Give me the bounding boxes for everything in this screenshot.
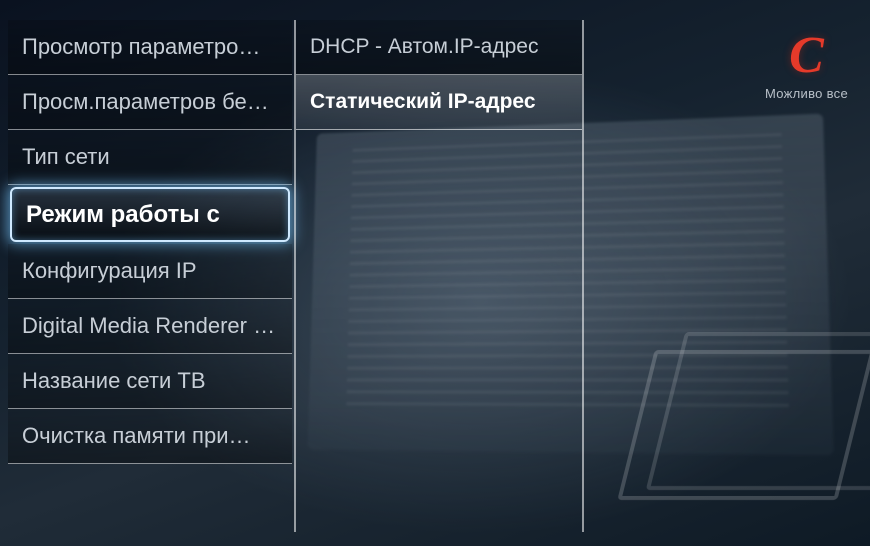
option-static-ip[interactable]: Статический IP-адрес <box>296 75 582 130</box>
menu-item-network-type[interactable]: Тип сети <box>8 130 292 185</box>
watermark-cube <box>617 350 870 500</box>
settings-menu: Просмотр параметро… Просм.параметров бе…… <box>8 20 584 532</box>
right-column-spacer <box>296 130 582 532</box>
menu-item-tv-network-name[interactable]: Название сети ТВ <box>8 354 292 409</box>
option-dhcp-auto[interactable]: DHCP - Автом.IP-адрес <box>296 20 582 75</box>
menu-item-clear-memory[interactable]: Очистка памяти при… <box>8 409 292 464</box>
channel-tagline: Можливо все <box>765 86 848 101</box>
menu-right-column: DHCP - Автом.IP-адрес Статический IP-адр… <box>294 20 584 532</box>
menu-item-view-params[interactable]: Просмотр параметро… <box>8 20 292 75</box>
menu-item-ip-config[interactable]: Конфигурация IP <box>8 244 292 299</box>
menu-item-operating-mode[interactable]: Режим работы с <box>10 187 290 242</box>
channel-logo-letter: С <box>765 30 848 82</box>
menu-left-column: Просмотр параметро… Просм.параметров бе…… <box>8 20 292 532</box>
menu-item-dmr[interactable]: Digital Media Renderer … <box>8 299 292 354</box>
channel-logo: С Можливо все <box>765 30 848 101</box>
menu-item-view-wireless-params[interactable]: Просм.параметров бе… <box>8 75 292 130</box>
